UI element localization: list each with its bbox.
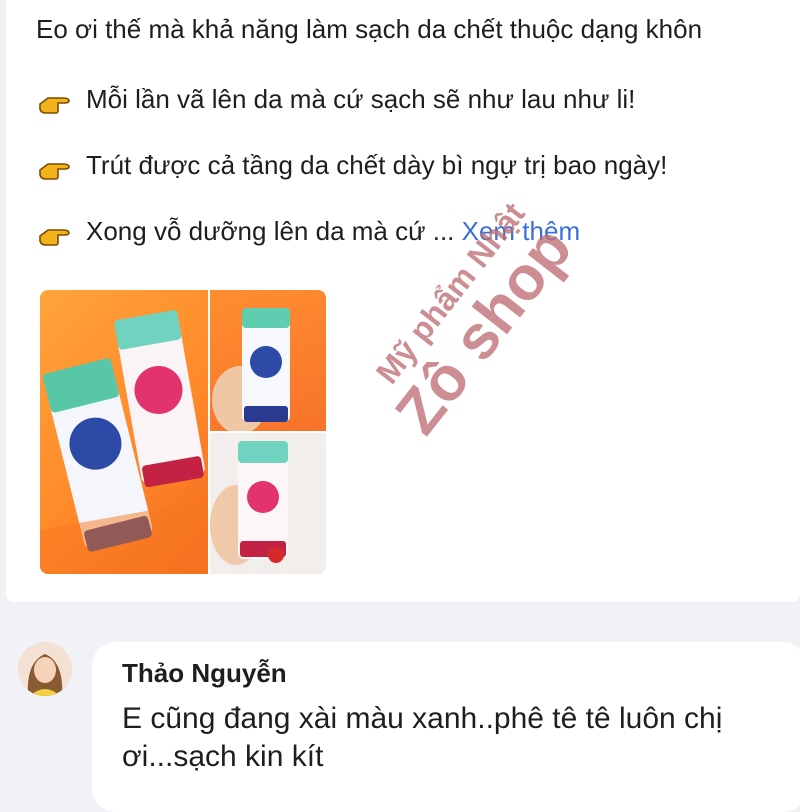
pointing-hand-icon [39,163,70,180]
pointing-hand-icon [39,229,70,246]
user-photo [18,642,72,696]
avatar[interactable] [18,642,72,696]
bullet-text-truncated: Xong vỗ dưỡng lên da mà cứ ... Xem thêm [86,216,580,247]
comment-bubble: Thảo Nguyễn E cũng đang xài màu xanh..ph… [92,642,800,812]
pink-tube-in-hand-image [210,441,288,565]
post-card: Eo ơi thế mà khả năng làm sạch da chết t… [6,0,800,602]
blue-tube-in-hand-image [212,308,290,434]
post-photo-grid[interactable] [40,290,326,574]
bullet-text: Trút được cả tầng da chết dày bì ngự trị… [86,150,668,180]
cleanser-tubes-image [40,310,208,574]
bullet-text: Mỗi lần vã lên da mà cứ sạch sẽ như lau … [86,84,636,114]
post-text-line: Eo ơi thế mà khả năng làm sạch da chết t… [36,14,703,44]
pointing-hand-icon [39,97,70,114]
watermark-line: Zô shop [382,214,586,447]
comment-author[interactable]: Thảo Nguyễn [122,658,287,689]
product-photo-pink[interactable] [210,433,326,574]
product-photo-blue[interactable] [210,290,326,434]
comment: Thảo Nguyễn E cũng đang xài màu xanh..ph… [0,618,800,812]
bullet-text: Xong vỗ dưỡng lên da mà cứ ... [86,216,462,246]
product-photo-main[interactable] [40,290,208,574]
comment-text: E cũng đang xài màu xanh..phê tê tê luôn… [122,702,723,773]
see-more-link[interactable]: Xem thêm [462,216,581,246]
